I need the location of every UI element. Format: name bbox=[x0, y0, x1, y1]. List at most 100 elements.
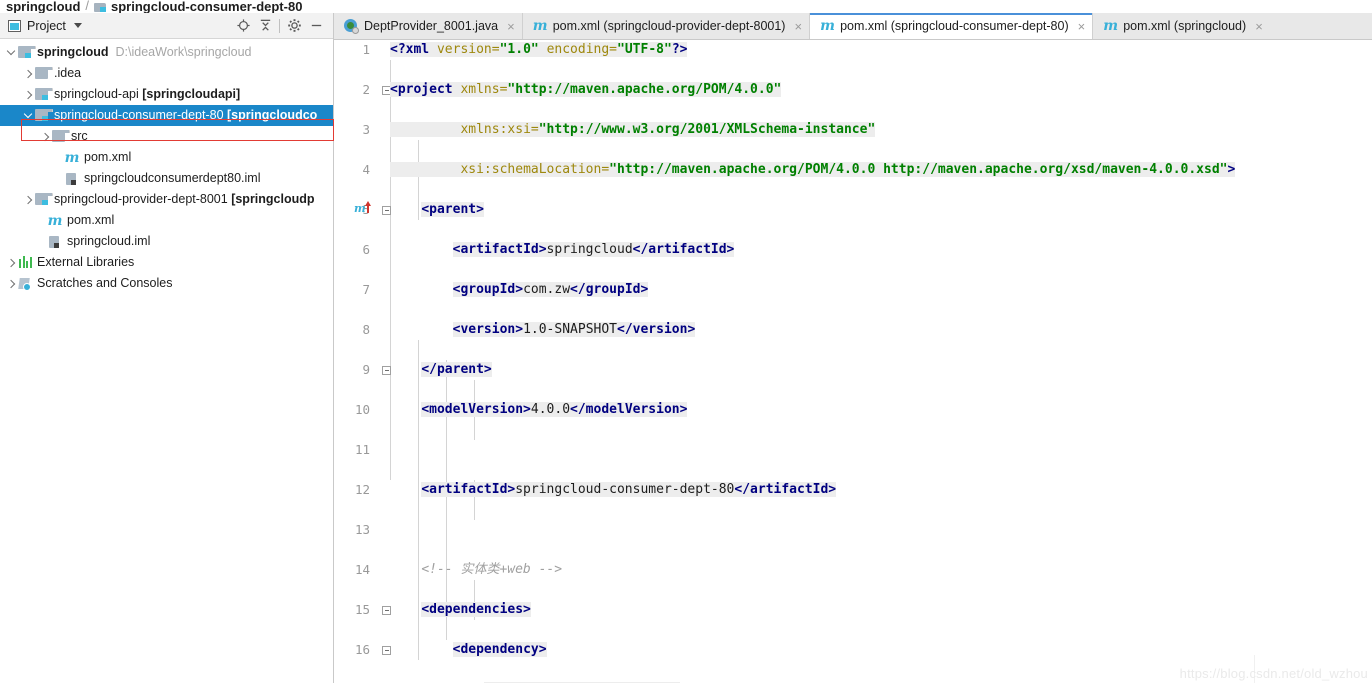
module-folder-icon bbox=[34, 108, 53, 123]
tree-item-consumer-iml[interactable]: springcloudconsumerdept80.iml bbox=[0, 168, 333, 189]
project-view-selector[interactable]: Project bbox=[8, 19, 82, 33]
line-number: 9 bbox=[362, 362, 370, 377]
chevron-down-icon[interactable] bbox=[73, 23, 82, 28]
code-line[interactable]: 6 <artifactId>springcloud</artifactId> bbox=[334, 240, 1372, 260]
breadcrumb-item-module[interactable]: springcloud-consumer-dept-80 bbox=[111, 0, 302, 13]
tree-item-springcloud[interactable]: springcloud D:\ideaWork\springcloud bbox=[0, 42, 333, 63]
tree-item-external-libraries[interactable]: External Libraries bbox=[0, 252, 333, 273]
tree-item-pom-root[interactable]: m pom.xml bbox=[0, 210, 333, 231]
module-folder-icon bbox=[17, 45, 36, 60]
line-number: 2 bbox=[362, 82, 370, 97]
navigate-up-arrow-stem bbox=[367, 205, 369, 213]
line-number: 3 bbox=[362, 122, 370, 137]
tree-item-idea[interactable]: .idea bbox=[0, 63, 333, 84]
tree-item-label: springcloud-consumer-dept-80 bbox=[54, 108, 228, 122]
tree-item-springcloud-iml[interactable]: springcloud.iml bbox=[0, 231, 333, 252]
close-icon[interactable]: × bbox=[1255, 20, 1263, 33]
line-number: 8 bbox=[362, 322, 370, 337]
tree-item-springcloud-consumer-dept-80[interactable]: springcloud-consumer-dept-80 [springclou… bbox=[0, 105, 333, 126]
folder-icon bbox=[51, 129, 70, 144]
tree-item-label: springcloud-api bbox=[54, 87, 143, 101]
tab-label: DeptProvider_8001.java bbox=[364, 19, 499, 33]
project-panel-title: Project bbox=[27, 18, 66, 33]
tree-item-module: [springcloudco bbox=[227, 108, 318, 122]
maven-icon: m bbox=[47, 212, 63, 229]
scratches-icon bbox=[17, 277, 33, 291]
line-number: 13 bbox=[354, 522, 370, 537]
tree-item-module: [springcloudapi] bbox=[142, 87, 241, 101]
tree-item-module: [springcloudp bbox=[231, 192, 315, 206]
project-tree[interactable]: springcloud D:\ideaWork\springcloud .idea… bbox=[0, 39, 333, 683]
tree-item-springcloud-api[interactable]: springcloud-api [springcloudapi] bbox=[0, 84, 333, 105]
line-number: 4 bbox=[362, 162, 370, 177]
tab-pom-consumer-80[interactable]: m pom.xml (springcloud-consumer-dept-80)… bbox=[810, 13, 1094, 39]
iml-file-icon bbox=[64, 172, 80, 186]
module-folder-icon bbox=[34, 87, 53, 102]
code-line[interactable]: 5 m <parent> bbox=[334, 200, 1372, 220]
code-line[interactable]: 7 <groupId>com.zw</groupId> bbox=[334, 280, 1372, 300]
maven-parent-navigate-icon[interactable]: m bbox=[354, 203, 366, 214]
code-line[interactable]: 14 <!-- 实体类+web --> bbox=[334, 560, 1372, 580]
close-icon[interactable]: × bbox=[794, 20, 802, 33]
chevron-down-icon[interactable] bbox=[4, 46, 17, 59]
tree-item-pom-consumer[interactable]: m pom.xml bbox=[0, 147, 333, 168]
close-icon[interactable]: × bbox=[1078, 20, 1086, 33]
chevron-right-icon[interactable] bbox=[21, 88, 34, 101]
chevron-right-icon[interactable] bbox=[38, 130, 51, 143]
tree-item-path: D:\ideaWork\springcloud bbox=[115, 45, 252, 59]
code-line[interactable]: 10 <modelVersion>4.0.0</modelVersion> bbox=[334, 400, 1372, 420]
line-number: 6 bbox=[362, 242, 370, 257]
code-editor[interactable]: 1 <?xml version="1.0" encoding="UTF-8"?>… bbox=[334, 40, 1372, 683]
gear-icon[interactable] bbox=[283, 15, 305, 37]
code-line[interactable]: 16 <dependency> bbox=[334, 640, 1372, 660]
chevron-right-icon[interactable] bbox=[21, 193, 34, 206]
chevron-right-icon[interactable] bbox=[4, 277, 17, 290]
toolbar-divider bbox=[279, 18, 280, 33]
code-line[interactable]: 4 xsi:schemaLocation="http://maven.apach… bbox=[334, 160, 1372, 180]
tree-item-springcloud-provider-dept-8001[interactable]: springcloud-provider-dept-8001 [springcl… bbox=[0, 189, 333, 210]
code-line[interactable]: 1 <?xml version="1.0" encoding="UTF-8"?> bbox=[334, 40, 1372, 60]
tree-item-label: src bbox=[71, 129, 88, 143]
line-number: 11 bbox=[354, 442, 370, 457]
close-icon[interactable]: × bbox=[507, 20, 515, 33]
code-line[interactable]: 9 </parent> bbox=[334, 360, 1372, 380]
tree-item-src[interactable]: src bbox=[0, 126, 333, 147]
editor-area: DeptProvider_8001.java × m pom.xml (spri… bbox=[334, 13, 1372, 683]
tab-pom-provider-8001[interactable]: m pom.xml (springcloud-provider-dept-800… bbox=[522, 13, 811, 39]
maven-icon: m bbox=[1103, 18, 1119, 34]
tree-item-label: pom.xml bbox=[84, 150, 132, 164]
breadcrumb: springcloud / springcloud-consumer-dept-… bbox=[0, 0, 1372, 13]
breadcrumb-item-project[interactable]: springcloud bbox=[6, 0, 80, 13]
code-line[interactable]: 15 <dependencies> bbox=[334, 600, 1372, 620]
chevron-down-icon[interactable] bbox=[21, 109, 34, 122]
tab-pom-springcloud[interactable]: m pom.xml (springcloud) × bbox=[1093, 13, 1270, 39]
code-line[interactable]: 11 bbox=[334, 440, 1372, 460]
tree-item-label: springcloudconsumerdept80.iml bbox=[84, 171, 261, 185]
maven-icon: m bbox=[820, 18, 835, 34]
locate-icon[interactable] bbox=[232, 15, 254, 37]
maven-icon: m bbox=[64, 149, 80, 166]
libraries-icon bbox=[17, 255, 33, 270]
code-line[interactable]: 12 <artifactId>springcloud-consumer-dept… bbox=[334, 480, 1372, 500]
code-line[interactable]: 13 bbox=[334, 520, 1372, 540]
tab-deptprovider-8001-java[interactable]: DeptProvider_8001.java × bbox=[334, 13, 523, 39]
code-line[interactable]: 3 xmlns:xsi="http://www.w3.org/2001/XMLS… bbox=[334, 120, 1372, 140]
minimize-icon[interactable] bbox=[305, 15, 327, 37]
collapse-all-icon[interactable] bbox=[254, 15, 276, 37]
tree-item-scratches-and-consoles[interactable]: Scratches and Consoles bbox=[0, 273, 333, 294]
project-tool-window: Project springcloud D:\ideaWork\springcl… bbox=[0, 13, 334, 683]
tree-item-label: pom.xml bbox=[67, 213, 115, 227]
folder-icon bbox=[34, 66, 53, 81]
maven-icon: m bbox=[532, 18, 548, 34]
code-line[interactable]: 2 <project xmlns="http://maven.apache.or… bbox=[334, 80, 1372, 100]
chevron-right-icon[interactable] bbox=[4, 256, 17, 269]
tree-item-label: springcloud-provider-dept-8001 bbox=[54, 192, 232, 206]
chevron-right-icon[interactable] bbox=[21, 67, 34, 80]
line-number: 14 bbox=[354, 562, 370, 577]
tab-label: pom.xml (springcloud) bbox=[1123, 19, 1247, 33]
line-number: 16 bbox=[354, 642, 370, 657]
code-line[interactable]: 8 <version>1.0-SNAPSHOT</version> bbox=[334, 320, 1372, 340]
tree-item-label: Scratches and Consoles bbox=[37, 276, 173, 290]
